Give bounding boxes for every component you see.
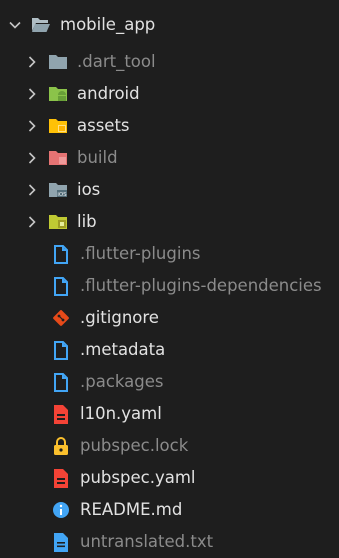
tree-file-flutter-plugins-dependencies[interactable]: .flutter-plugins-dependencies [0,270,339,302]
tree-file-label: .metadata [80,340,166,359]
tree-file-flutter-plugins[interactable]: .flutter-plugins [0,238,339,270]
tree-folder-label: build [77,148,118,167]
svg-text:iOS: iOS [57,192,67,198]
info-icon [51,500,71,520]
tree-root-label: mobile_app [60,15,156,34]
folder-assets-icon [48,116,68,136]
chevron-right-icon [25,55,39,69]
folder-ios-icon: iOS [48,180,68,200]
tree-file-untranslated-txt[interactable]: untranslated.txt [0,526,339,558]
tree-folder-dart-tool[interactable]: .dart_tool [0,46,339,78]
tree-folder-label: .dart_tool [77,52,156,71]
folder-dart-tool-icon [48,52,68,72]
tree-file-pubspec-yaml[interactable]: pubspec.yaml [0,462,339,494]
folder-lib-icon [48,212,68,232]
tree-file-label: pubspec.yaml [80,468,196,487]
tree-folder-android[interactable]: android [0,78,339,110]
tree-file-l10n-yaml[interactable]: l10n.yaml [0,398,339,430]
file-icon [51,340,71,360]
text-file-icon [51,532,71,552]
file-icon [51,244,71,264]
yaml-icon [51,404,71,424]
tree-file-label: .packages [80,372,164,391]
git-icon [51,308,71,328]
folder-android-icon [48,84,68,104]
tree-file-packages[interactable]: .packages [0,366,339,398]
tree-folder-label: android [77,84,140,103]
yaml-icon [51,468,71,488]
tree-folder-lib[interactable]: lib [0,206,339,238]
tree-file-label: l10n.yaml [80,404,162,423]
chevron-right-icon [25,119,39,133]
tree-file-label: README.md [80,500,183,519]
tree-file-readme[interactable]: README.md [0,494,339,526]
tree-folder-label: ios [77,180,101,199]
tree-file-label: .flutter-plugins-dependencies [80,276,322,295]
tree-root-mobile-app[interactable]: mobile_app [0,9,339,41]
lock-icon [51,436,71,456]
tree-file-gitignore[interactable]: .gitignore [0,302,339,334]
tree-file-label: pubspec.lock [80,436,189,455]
tree-file-metadata[interactable]: .metadata [0,334,339,366]
chevron-down-icon [8,18,22,32]
tree-folder-ios[interactable]: iOS ios [0,174,339,206]
chevron-right-icon [25,183,39,197]
file-icon [51,372,71,392]
folder-build-icon [48,148,68,168]
chevron-right-icon [25,87,39,101]
folder-open-icon [31,15,51,35]
file-explorer-tree: mobile_app .dart_tool android assets bui… [0,0,339,552]
file-icon [51,276,71,296]
tree-file-pubspec-lock[interactable]: pubspec.lock [0,430,339,462]
tree-folder-label: assets [77,116,130,135]
tree-folder-build[interactable]: build [0,142,339,174]
tree-folder-label: lib [77,212,97,231]
tree-file-label: untranslated.txt [80,532,214,551]
tree-file-label: .gitignore [80,308,159,327]
tree-file-label: .flutter-plugins [80,244,201,263]
tree-folder-assets[interactable]: assets [0,110,339,142]
chevron-right-icon [25,215,39,229]
chevron-right-icon [25,151,39,165]
